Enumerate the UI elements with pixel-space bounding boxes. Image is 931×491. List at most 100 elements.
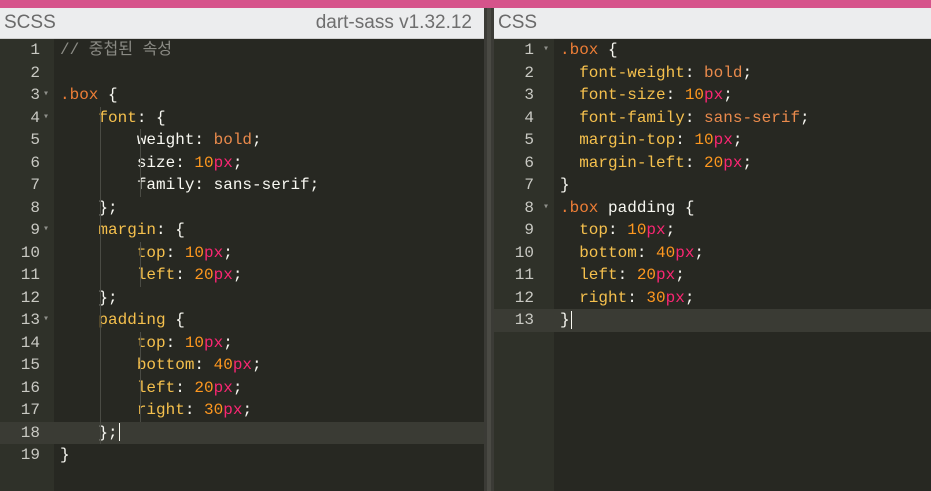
line-number[interactable]: 2	[494, 62, 534, 85]
line-number[interactable]: 13	[0, 309, 40, 332]
css-code-line[interactable]: left: 20px;	[554, 264, 931, 287]
fold-toggle-icon[interactable]: ▾	[43, 107, 49, 130]
line-number[interactable]: 9	[494, 219, 534, 242]
line-number[interactable]: 1	[494, 39, 534, 62]
scss-code-line[interactable]: }	[54, 444, 484, 467]
line-number[interactable]: 10	[494, 242, 534, 265]
line-number[interactable]: 16	[0, 377, 40, 400]
splitter-grip[interactable]	[487, 8, 491, 491]
line-number[interactable]: 5	[0, 129, 40, 152]
line-number[interactable]: 15	[0, 354, 40, 377]
code-text[interactable]: font-weight: bold;	[560, 62, 752, 85]
code-text[interactable]: font-size: 10px;	[560, 84, 733, 107]
code-text[interactable]: }	[560, 174, 570, 197]
code-text[interactable]: left: 20px;	[60, 377, 243, 400]
scss-code-line[interactable]: family: sans-serif;	[54, 174, 484, 197]
code-text[interactable]: margin: {	[60, 219, 184, 242]
scss-code-line[interactable]: left: 20px;	[54, 377, 484, 400]
css-code-line[interactable]: .box {	[554, 39, 931, 62]
css-code-line[interactable]: .box padding {	[554, 197, 931, 220]
code-text[interactable]: .box padding {	[560, 197, 694, 220]
code-text[interactable]: margin-left: 20px;	[560, 152, 752, 175]
scss-code-line[interactable]: };	[54, 287, 484, 310]
css-code-line[interactable]: }	[554, 174, 931, 197]
scss-code-line[interactable]: bottom: 40px;	[54, 354, 484, 377]
css-editor[interactable]: 1 ▾ 2 3 4 5 6 7 8 ▾ 9 10 11 12 13 .box { font-weight: …	[494, 39, 931, 491]
code-text[interactable]: right: 30px;	[560, 287, 694, 310]
code-text[interactable]: margin-top: 10px;	[560, 129, 742, 152]
code-text[interactable]: .box {	[60, 84, 118, 107]
code-text[interactable]: top: 10px;	[60, 242, 233, 265]
code-text[interactable]: font-family: sans-serif;	[560, 107, 809, 130]
line-number[interactable]: 4	[494, 107, 534, 130]
line-number[interactable]: 12	[494, 287, 534, 310]
scss-code-line[interactable]: left: 20px;	[54, 264, 484, 287]
code-text[interactable]: right: 30px;	[60, 399, 252, 422]
line-number[interactable]: 8	[0, 197, 40, 220]
code-text[interactable]: font: {	[60, 107, 165, 130]
scss-editor[interactable]: 1 2 3 ▾ 4 ▾ 5 6 7 8 9 ▾ 10 11 12 13 ▾ 14 15 16 17 18 19 // 중첩된…	[0, 39, 484, 491]
scss-code-line[interactable]: };	[54, 197, 484, 220]
code-text[interactable]: };	[60, 197, 117, 220]
scss-code-line[interactable]: };	[54, 421, 484, 445]
line-number[interactable]: 3	[0, 84, 40, 107]
scss-code-line[interactable]: padding {	[54, 309, 484, 332]
scss-code-line[interactable]: top: 10px;	[54, 332, 484, 355]
code-text[interactable]: top: 10px;	[560, 219, 675, 242]
code-text[interactable]: padding {	[60, 309, 184, 332]
code-text[interactable]: left: 20px;	[560, 264, 685, 287]
code-text[interactable]: weight: bold;	[60, 129, 262, 152]
line-number[interactable]: 12	[0, 287, 40, 310]
compiler-version-label[interactable]: dart-sass v1.32.12	[316, 8, 472, 38]
scss-code-line[interactable]: margin: {	[54, 219, 484, 242]
scss-code-line[interactable]: right: 30px;	[54, 399, 484, 422]
css-code-line[interactable]: font-weight: bold;	[554, 62, 931, 85]
code-text[interactable]: };	[60, 287, 117, 310]
line-number[interactable]: 18	[0, 422, 40, 445]
fold-toggle-icon[interactable]: ▾	[43, 84, 49, 107]
line-number[interactable]: 19	[0, 444, 40, 467]
line-number[interactable]: 13	[494, 309, 534, 332]
line-number[interactable]: 4	[0, 107, 40, 130]
line-number[interactable]: 6	[494, 152, 534, 175]
line-number[interactable]: 10	[0, 242, 40, 265]
css-code-line[interactable]: }	[554, 309, 931, 332]
css-code-area[interactable]: .box { font-weight: bold; font-size: 10p…	[554, 39, 931, 491]
code-text[interactable]: }	[60, 444, 70, 467]
code-text[interactable]: bottom: 40px;	[560, 242, 704, 265]
code-text[interactable]: };	[60, 422, 120, 445]
fold-toggle-icon[interactable]: ▾	[43, 309, 49, 332]
line-number[interactable]: 1	[0, 39, 40, 62]
line-number[interactable]: 8	[494, 197, 534, 220]
line-number[interactable]: 5	[494, 129, 534, 152]
line-number[interactable]: 9	[0, 219, 40, 242]
line-number[interactable]: 17	[0, 399, 40, 422]
fold-toggle-icon[interactable]: ▾	[543, 39, 549, 62]
code-text[interactable]: // 중첩된 속성	[60, 39, 172, 62]
scss-code-line[interactable]: top: 10px;	[54, 242, 484, 265]
scss-code-line[interactable]: // 중첩된 속성	[54, 39, 484, 62]
code-text[interactable]: top: 10px;	[60, 332, 233, 355]
line-number[interactable]: 11	[0, 264, 40, 287]
css-code-line[interactable]: font-family: sans-serif;	[554, 107, 931, 130]
line-number[interactable]: 7	[494, 174, 534, 197]
line-number[interactable]: 6	[0, 152, 40, 175]
code-text[interactable]: bottom: 40px;	[60, 354, 262, 377]
scss-code-line[interactable]: weight: bold;	[54, 129, 484, 152]
line-number[interactable]: 11	[494, 264, 534, 287]
line-number[interactable]: 14	[0, 332, 40, 355]
code-text[interactable]: .box {	[560, 39, 618, 62]
fold-toggle-icon[interactable]: ▾	[43, 219, 49, 242]
scss-code-line[interactable]: size: 10px;	[54, 152, 484, 175]
css-code-line[interactable]: bottom: 40px;	[554, 242, 931, 265]
code-text[interactable]: family: sans-serif;	[60, 174, 319, 197]
line-number[interactable]: 7	[0, 174, 40, 197]
pane-splitter[interactable]	[484, 8, 494, 491]
css-code-line[interactable]: margin-left: 20px;	[554, 152, 931, 175]
line-number[interactable]: 3	[494, 84, 534, 107]
css-code-line[interactable]: margin-top: 10px;	[554, 129, 931, 152]
scss-code-line[interactable]	[54, 62, 484, 85]
line-number[interactable]: 2	[0, 62, 40, 85]
code-text[interactable]: size: 10px;	[60, 152, 243, 175]
css-code-line[interactable]: top: 10px;	[554, 219, 931, 242]
